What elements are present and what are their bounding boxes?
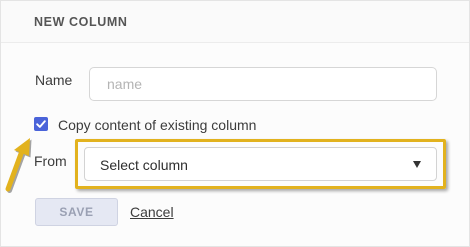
new-column-dialog: NEW COLUMN Name Copy content of existing… — [0, 0, 470, 247]
copy-content-label[interactable]: Copy content of existing column — [58, 117, 256, 133]
save-button[interactable]: SAVE — [35, 198, 118, 226]
dialog-title: NEW COLUMN — [34, 15, 128, 29]
caret-down-icon — [413, 161, 421, 168]
column-select-value: Select column — [100, 157, 188, 173]
column-select[interactable]: Select column — [84, 147, 437, 181]
name-label: Name — [35, 72, 73, 88]
cancel-link[interactable]: Cancel — [130, 204, 174, 220]
dialog-header: NEW COLUMN — [1, 1, 469, 43]
name-input[interactable] — [89, 67, 437, 101]
annotation-arrow-icon — [5, 138, 32, 193]
